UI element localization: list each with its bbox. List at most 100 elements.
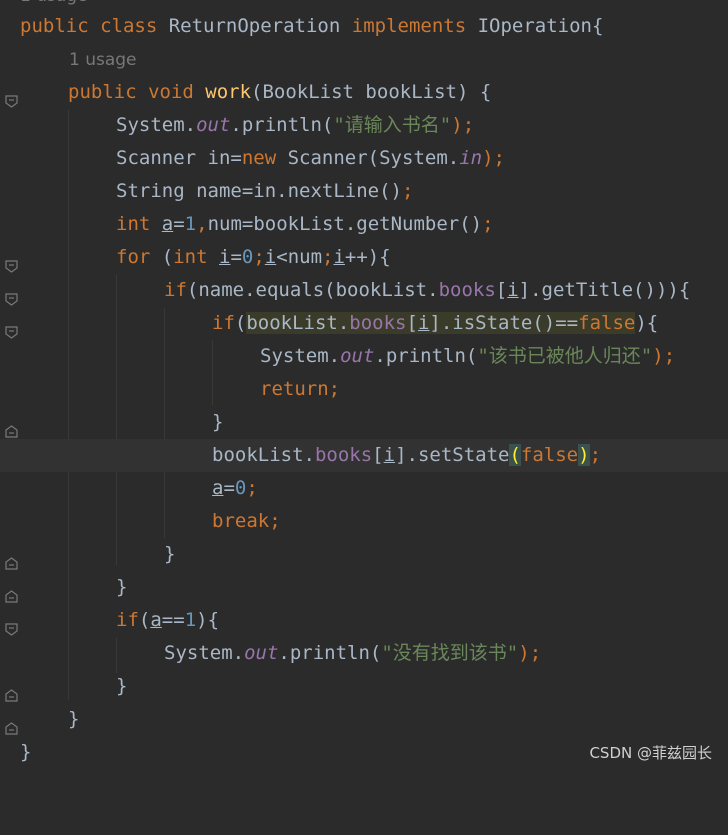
code-token: ; [589,444,602,466]
code-token: ++){ [344,246,391,268]
code-token: public void [68,81,206,103]
code-line-if-state: if(bookList.books[i].isState()==false){ [0,307,728,340]
code-token: out [244,642,279,664]
fold-end-icon[interactable] [5,713,18,735]
code-editor[interactable]: 1 usage public class ReturnOperation imp… [0,0,728,771]
code-line-method-decl: public void work(BookList bookList) { [0,76,728,109]
code-token: } [164,543,176,565]
code-line: } [0,571,728,604]
code-line-if: if(name.equals(bookList.books[i].getTitl… [0,274,728,307]
fold-end-icon[interactable] [5,680,18,702]
fold-icon[interactable] [5,251,18,273]
usage-hint[interactable]: 1 usage [69,44,137,77]
code-token: if [116,609,139,631]
fold-icon[interactable] [5,317,18,339]
code-token: out [196,114,231,136]
code-line: break; [0,505,728,538]
warning-highlight[interactable]: bookList.books[i].isState()==false [246,312,636,334]
code-token: bookList. [246,312,350,334]
code-token: System. [164,642,245,664]
code-token: i [507,279,519,301]
code-token: public class [20,15,169,37]
code-token: ); [518,642,542,664]
fold-icon[interactable] [5,284,18,306]
code-token: "请输入书名" [333,114,452,136]
code-line: } [0,406,728,439]
code-token: "没有找到该书" [381,642,519,664]
code-token: } [212,411,224,433]
code-token: System. [116,114,197,136]
code-token: = [223,477,235,499]
code-token: break; [212,510,281,532]
code-token: books [314,444,373,466]
code-token: 0 [241,246,254,268]
code-token: bookList. [212,444,315,466]
code-token: [ [406,312,418,334]
code-token: (name.equals(bookList. [186,279,439,301]
code-token: ; [401,180,414,202]
code-token: 1 [184,609,197,631]
code-token: .println( [230,114,334,136]
code-token: ( [161,246,174,268]
code-token: out [340,345,375,367]
code-token: false [578,312,636,334]
code-line: System.out.println("该书已被他人归还"); [0,340,728,373]
code-token: ].setState [395,444,510,466]
code-line: int a=1,num=bookList.getNumber(); [0,208,728,241]
code-line-for: for (int i=0;i<num;i++){ [0,241,728,274]
code-token: for [116,246,162,268]
code-token: .println( [278,642,382,664]
code-token: ].getTitle())){ [518,279,691,301]
code-token: } [68,708,80,730]
watermark: CSDN @菲兹园长 [589,744,712,762]
code-token: ); [482,147,505,169]
code-token: ); [652,345,676,367]
code-line: System.out.println("没有找到该书"); [0,637,728,670]
code-line: return; [0,373,728,406]
code-line: a=0; [0,472,728,505]
code-token: ) [578,444,590,466]
fold-end-icon[interactable] [5,416,18,438]
fold-end-icon[interactable] [5,581,18,603]
fold-icon[interactable] [5,86,18,108]
code-token: ; [253,246,265,268]
code-token: i [264,246,277,268]
code-token: String name=in.nextLine() [116,180,402,202]
code-token: a [212,477,224,499]
code-token: work [205,81,252,103]
code-token: int [173,246,219,268]
code-token: books [438,279,496,301]
code-token: new [241,147,288,169]
code-line: } [0,670,728,703]
code-token: ( [138,609,151,631]
code-line-class-decl: public class ReturnOperation implements … [0,10,728,43]
code-token: i [383,444,396,466]
code-token: (BookList bookList) { [251,81,492,103]
code-token: 0 [234,477,247,499]
code-token: 1 [184,213,197,235]
code-token: ( [509,444,521,466]
code-token: } [116,675,128,697]
code-token: Scanner(System. [287,147,460,169]
code-token: false [520,444,579,466]
code-token: = [230,246,242,268]
code-token: = [173,213,185,235]
code-token: books [349,312,407,334]
code-token: [ [372,444,384,466]
code-token: i [218,246,231,268]
code-line-current: bookList.books[i].setState(false); [0,439,728,472]
code-token: ; [482,213,494,235]
code-token: IOperation{ [477,15,604,37]
code-token: <num [276,246,323,268]
code-token: int [116,213,162,235]
code-line: String name=in.nextLine(); [0,175,728,208]
code-token: } [116,576,128,598]
fold-end-icon[interactable] [5,548,18,570]
code-token: i [333,246,345,268]
code-token: "该书已被他人归还" [477,345,653,367]
code-token: num=bookList.getNumber() [207,213,483,235]
code-token: ].isState()== [429,312,579,334]
code-line: } [0,703,728,736]
code-token: ){ [196,609,220,631]
fold-icon[interactable] [5,614,18,636]
